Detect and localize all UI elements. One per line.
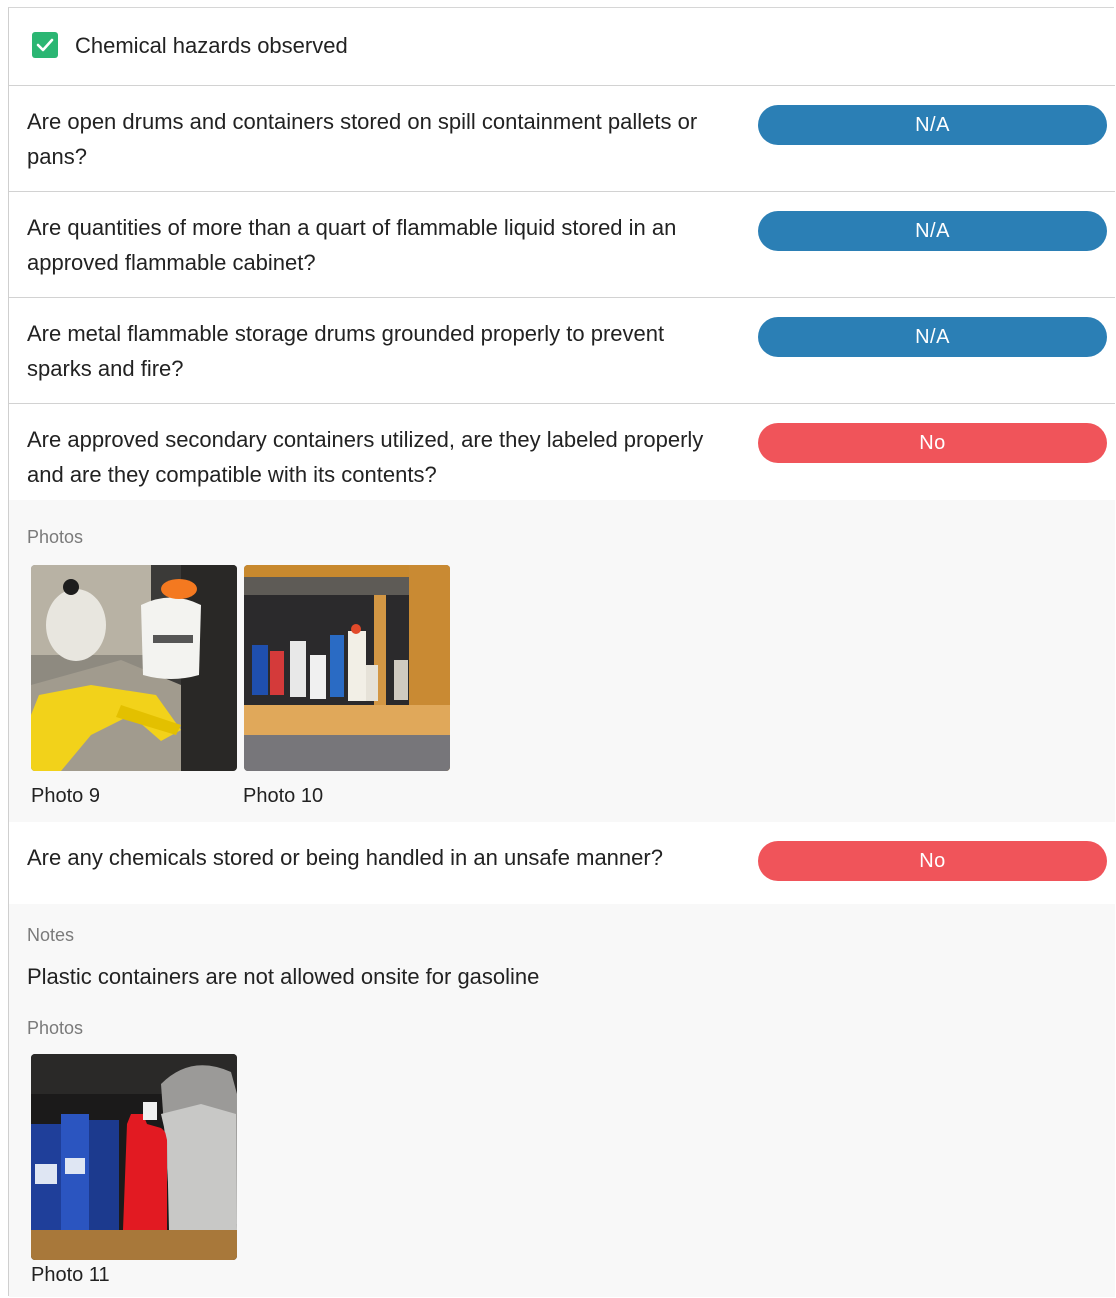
question-text: Are metal flammable storage drums ground… <box>27 321 665 381</box>
photo-thumbnail[interactable] <box>31 1054 237 1260</box>
inspection-checklist: Chemical hazards observed Are open drums… <box>8 7 1115 1297</box>
question-row: Are any chemicals stored or being handle… <box>9 822 1115 1297</box>
answer-no-button[interactable]: No <box>758 841 1107 881</box>
section-title: Chemical hazards observed <box>75 33 348 58</box>
photo-caption: Photo 10 <box>243 785 324 807</box>
question-text: Are approved secondary containers utiliz… <box>27 427 704 487</box>
photo-thumbnail[interactable] <box>244 565 450 771</box>
photos-label: Photos <box>27 527 84 547</box>
answer-na-button[interactable]: N/A <box>758 317 1107 357</box>
notes-label: Notes <box>27 925 75 945</box>
answer-no-button[interactable]: No <box>758 423 1107 463</box>
section-header-row[interactable]: Chemical hazards observed <box>9 8 1115 86</box>
photos-label: Photos <box>27 1018 84 1038</box>
question-row: Are open drums and containers stored on … <box>9 86 1115 192</box>
photo-caption: Photo 11 <box>31 1264 110 1286</box>
question-row: Are quantities of more than a quart of f… <box>9 192 1115 298</box>
notes-text: Plastic containers are not allowed onsit… <box>27 964 540 989</box>
question-row: Are metal flammable storage drums ground… <box>9 298 1115 404</box>
answer-na-button[interactable]: N/A <box>758 211 1107 251</box>
checked-checkbox-icon[interactable] <box>32 32 58 58</box>
question-text: Are open drums and containers stored on … <box>27 109 698 169</box>
answer-na-button[interactable]: N/A <box>758 105 1107 145</box>
question-text: Are any chemicals stored or being handle… <box>27 845 663 870</box>
question-row: Are approved secondary containers utiliz… <box>9 404 1115 822</box>
photo-caption: Photo 9 <box>31 785 100 807</box>
photo-thumbnail[interactable] <box>31 565 237 771</box>
question-text: Are quantities of more than a quart of f… <box>27 215 677 275</box>
